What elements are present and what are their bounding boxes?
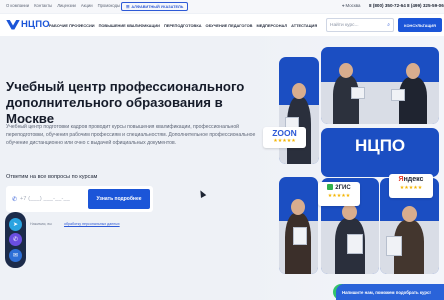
list-icon: ☰ [126, 5, 130, 9]
phone-field[interactable]: +7 (___) ___-__-__ [20, 196, 70, 202]
2gis-logo: 2ГИС [318, 182, 360, 194]
hero-description: Учебный центр подготовки кадров проводит… [6, 124, 256, 146]
logo-mark-icon [6, 19, 20, 30]
menu-item-teachers[interactable]: ОБУЧЕНИЕ ПЕДАГОГОВ [206, 23, 253, 28]
menu-item-attestation[interactable]: АТТЕСТАЦИЯ [291, 23, 317, 28]
2gis-stars: ★★★★★ [327, 194, 351, 199]
consent-text: Нажимая, вы [30, 222, 52, 226]
top-link-contacts[interactable]: Контакты [34, 3, 52, 8]
form-heading: Ответим на все вопросы по курсам [6, 174, 98, 180]
banner-logo: НЦПО [355, 136, 406, 155]
main-menu: РАБОЧИЕ ПРОФЕССИИ ПОВЫШЕНИЕ КВАЛИФИКАЦИИ… [49, 23, 317, 28]
menu-item-qualification[interactable]: ПОВЫШЕНИЕ КВАЛИФИКАЦИИ [99, 23, 160, 28]
city-label: Москва [345, 3, 361, 8]
photo-banner: НЦПО [321, 128, 439, 177]
privacy-link[interactable]: обработку персональных данных [64, 222, 120, 226]
telegram-icon[interactable]: ➤ [9, 218, 22, 231]
top-link-about[interactable]: О компании [6, 3, 29, 8]
phone-icon: ✆ [12, 197, 18, 203]
search-placeholder: Найти курс... [330, 22, 359, 28]
top-link-licenses[interactable]: Лицензии [57, 3, 76, 8]
location-pin-icon: ⌖ [342, 3, 345, 8]
vk-icon[interactable]: ✉ [9, 249, 22, 262]
logo[interactable]: НЦПО [6, 19, 50, 30]
alphabet-index-label: АЛФАВИТНЫЙ УКАЗАТЕЛЬ [131, 4, 184, 9]
viber-icon[interactable]: ✆ [9, 233, 22, 246]
phone-number-2[interactable]: 8 (499) 325-59-06 [407, 3, 444, 8]
logo-text: НЦПО [21, 19, 50, 30]
page: О компании Контакты Лицензии Акции Промо… [0, 0, 444, 300]
menu-item-retraining[interactable]: ПЕРЕПОДГОТОВКА [164, 23, 202, 28]
zoon-rating-badge[interactable]: ZOON ★★★★★ [263, 127, 306, 148]
2gis-icon [327, 184, 334, 191]
menu-item-working-professions[interactable]: РАБОЧИЕ ПРОФЕССИИ [49, 23, 95, 28]
learn-more-button[interactable]: Узнать подробнее [88, 189, 150, 209]
yandex-stars: ★★★★★ [399, 186, 423, 191]
consultation-button[interactable]: КОНСУЛЬТАЦИЯ [398, 18, 442, 32]
yandex-logo: Яндекс [398, 176, 424, 183]
top-links: О компании Контакты Лицензии Акции Промо… [6, 3, 120, 8]
yandex-rating-badge[interactable]: Яндекс ★★★★★ [389, 174, 433, 198]
photo-graduates-1 [321, 47, 439, 124]
chat-bar[interactable]: Напишите нам, поможем подобрать курс! [336, 284, 444, 300]
city-selector[interactable]: ⌖ Москва [342, 3, 360, 8]
zoon-logo: ZOON [272, 128, 297, 138]
alphabet-index-button[interactable]: ☰ АЛФАВИТНЫЙ УКАЗАТЕЛЬ [121, 2, 189, 11]
2gis-rating-badge[interactable]: 2ГИС ★★★★★ [318, 182, 360, 206]
top-link-promocodes[interactable]: Промокоды [98, 3, 120, 8]
search-icon[interactable]: ⌕ [387, 22, 390, 28]
search-input[interactable]: Найти курс... ⌕ [326, 18, 394, 32]
zoon-stars: ★★★★★ [273, 139, 296, 144]
phone-number-1[interactable]: 8 (800) 350-72-64 [369, 3, 406, 8]
page-title: Учебный центр профессионального дополнит… [6, 79, 245, 126]
menu-item-medical[interactable]: МЕДПЕРСОНАЛ [256, 23, 287, 28]
photo-student-2 [279, 177, 318, 274]
top-link-promos[interactable]: Акции [81, 3, 93, 8]
